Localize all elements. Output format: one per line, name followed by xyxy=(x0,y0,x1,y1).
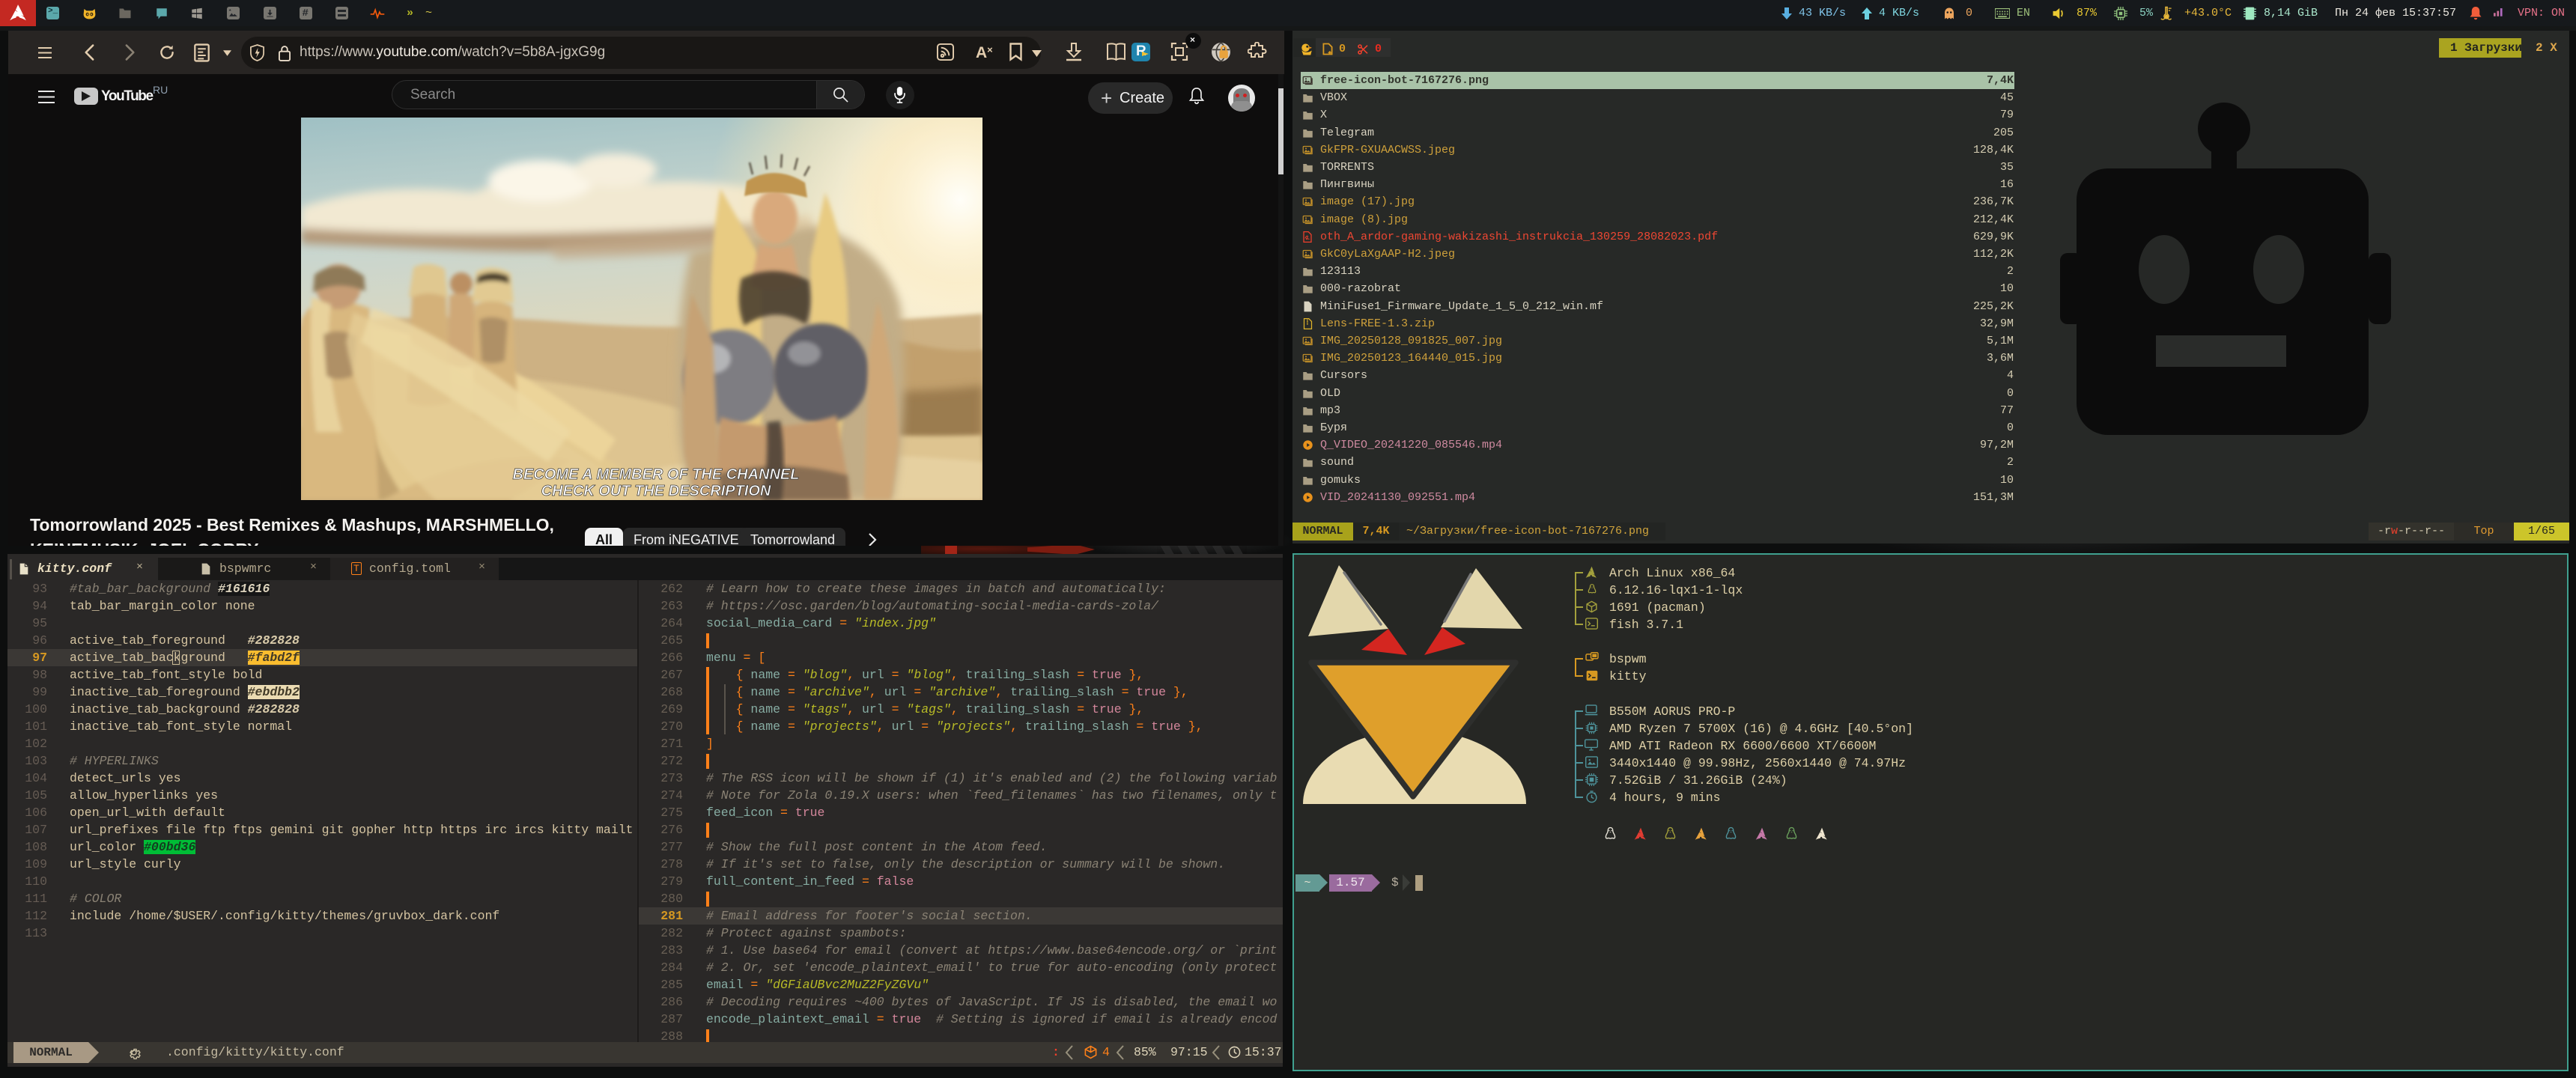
svg-text:CHECK OUT THE DESCRIPTION: CHECK OUT THE DESCRIPTION xyxy=(541,483,771,499)
svg-text:BECOME A MEMBER OF THE CHANNEL: BECOME A MEMBER OF THE CHANNEL xyxy=(513,466,800,483)
